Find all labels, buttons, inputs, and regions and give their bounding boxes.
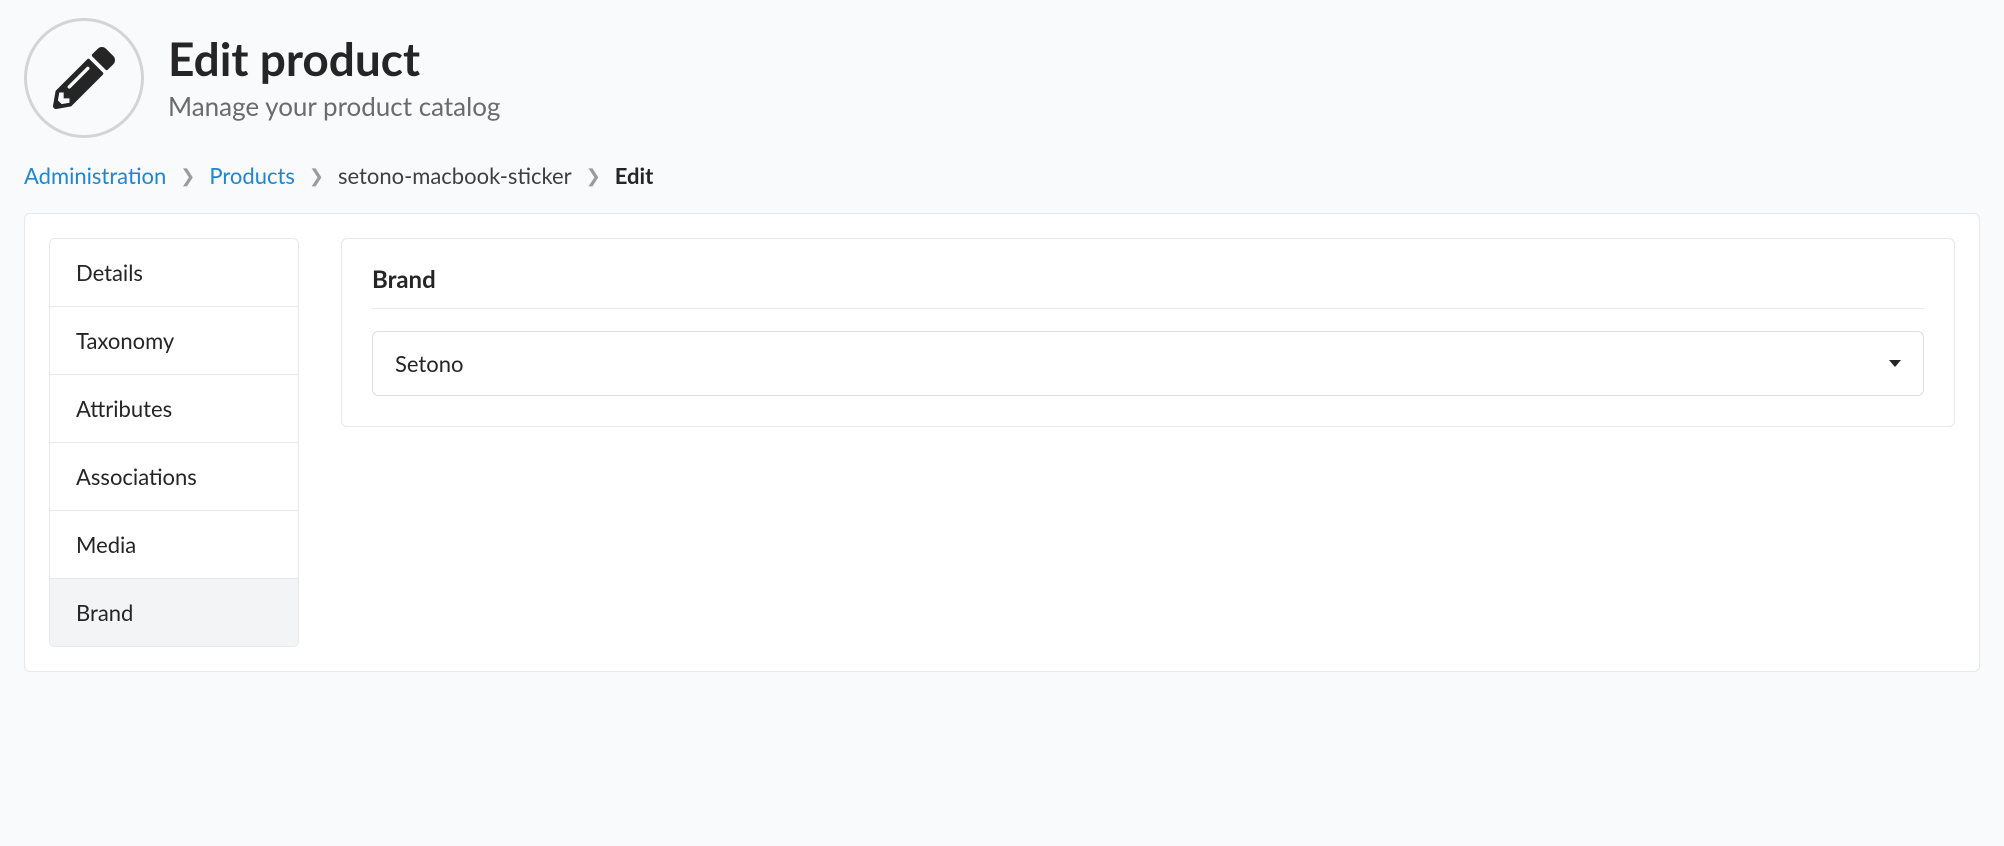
breadcrumb-slug: setono-macbook-sticker	[338, 162, 572, 189]
tab-attributes[interactable]: Attributes	[50, 375, 298, 443]
breadcrumb-products[interactable]: Products	[209, 162, 295, 189]
breadcrumb-administration[interactable]: Administration	[24, 162, 166, 189]
breadcrumb: Administration ❯ Products ❯ setono-macbo…	[24, 162, 1980, 189]
pencil-icon	[24, 18, 144, 138]
tab-list: Details Taxonomy Attributes Associations…	[49, 238, 299, 647]
tab-associations[interactable]: Associations	[50, 443, 298, 511]
brand-panel: Brand Setono	[341, 238, 1955, 427]
page-header: Edit product Manage your product catalog	[24, 18, 1980, 138]
tab-brand[interactable]: Brand	[50, 579, 298, 646]
tab-media[interactable]: Media	[50, 511, 298, 579]
brand-select[interactable]: Setono	[372, 331, 1924, 396]
page-title: Edit product	[168, 34, 500, 85]
caret-down-icon	[1889, 360, 1901, 367]
panel-title: Brand	[372, 265, 1924, 309]
breadcrumb-current: Edit	[615, 162, 654, 189]
page-subtitle: Manage your product catalog	[168, 90, 500, 122]
chevron-right-icon: ❯	[309, 164, 324, 187]
content-area: Details Taxonomy Attributes Associations…	[24, 213, 1980, 672]
chevron-right-icon: ❯	[586, 164, 601, 187]
tab-taxonomy[interactable]: Taxonomy	[50, 307, 298, 375]
tab-details[interactable]: Details	[50, 239, 298, 307]
chevron-right-icon: ❯	[180, 164, 195, 187]
brand-select-value: Setono	[395, 350, 463, 377]
